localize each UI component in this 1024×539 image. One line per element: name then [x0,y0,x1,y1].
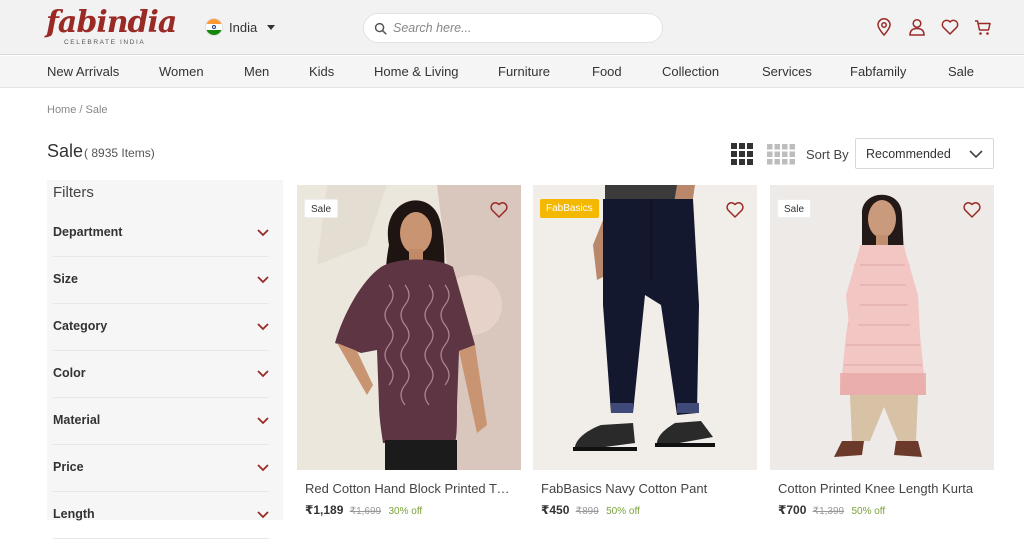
product-price: ₹700 ₹1,399 50% off [778,503,885,517]
top-bar: fabindia CELEBRATE INDIA India [0,0,1024,55]
cart-icon[interactable] [973,17,993,37]
filter-length[interactable]: Length [53,492,269,539]
price-current: ₹450 [541,503,570,517]
fabindia-logo[interactable]: fabindia CELEBRATE INDIA [46,6,177,48]
breadcrumb[interactable]: Home / Sale [47,104,108,116]
filter-price[interactable]: Price [53,445,269,492]
nav-item-furniture[interactable]: Furniture [498,64,550,79]
nav-item-men[interactable]: Men [244,64,269,79]
wishlist-heart-icon[interactable] [725,201,745,219]
main-nav: New Arrivals Women Men Kids Home & Livin… [0,56,1024,88]
product-card[interactable]: Sale Red Cotton Hand Block Printed Tunic… [297,185,521,525]
filter-label: Length [53,507,95,521]
chevron-down-icon [257,276,269,284]
chevron-down-icon [969,150,983,159]
user-icon[interactable] [907,17,927,37]
nav-item-sale[interactable]: Sale [948,64,974,79]
nav-item-collection[interactable]: Collection [662,64,719,79]
filter-department[interactable]: Department [53,210,269,257]
search-icon [374,22,387,35]
chevron-down-icon [267,24,276,30]
page-title: Sale( 8935 Items) [47,141,155,162]
wishlist-heart-icon[interactable] [962,201,982,219]
sort-dropdown[interactable]: Recommended [855,138,994,169]
sale-badge: Sale [777,199,812,218]
chevron-down-icon [257,323,269,331]
grid-3-view-icon[interactable] [731,143,753,165]
price-current: ₹700 [778,503,807,517]
logo-tagline: CELEBRATE INDIA [64,39,146,46]
nav-item-women[interactable]: Women [159,64,204,79]
filter-material[interactable]: Material [53,398,269,445]
nav-item-services[interactable]: Services [762,64,812,79]
product-price: ₹450 ₹899 50% off [541,503,640,517]
product-name[interactable]: Cotton Printed Knee Length Kurta [778,481,988,496]
filters-title: Filters [53,184,94,201]
filter-label: Category [53,319,108,333]
nav-item-food[interactable]: Food [592,64,622,79]
country-selector[interactable]: India [205,17,276,37]
search-input[interactable] [393,21,643,35]
wishlist-icon[interactable] [940,17,960,37]
sort-selected-value: Recommended [866,146,951,161]
filters-panel: Filters Department Size Category Color M… [47,180,283,539]
sale-badge: Sale [304,199,339,218]
search-bar[interactable] [363,13,663,43]
chevron-down-icon [257,370,269,378]
product-name[interactable]: FabBasics Navy Cotton Pant [541,481,751,496]
page-title-text: Sale [47,141,84,161]
filter-label: Department [53,225,123,239]
product-price: ₹1,189 ₹1,699 30% off [305,503,422,517]
chevron-down-icon [257,464,269,472]
product-image[interactable] [533,185,757,470]
header-actions [874,17,993,37]
sort-label: Sort By [806,147,849,162]
filter-label: Color [53,366,86,380]
product-name[interactable]: Red Cotton Hand Block Printed Tunic [305,481,515,496]
filter-label: Price [53,460,84,474]
nav-item-fabfamily[interactable]: Fabfamily [850,64,906,79]
filter-color[interactable]: Color [53,351,269,398]
india-flag-icon [205,18,223,36]
product-card[interactable]: Sale Cotton Printed Knee Length Kurta ₹7… [770,185,994,525]
logo-wordmark: fabindia [46,5,177,40]
chevron-down-icon [257,511,269,519]
product-image[interactable] [297,185,521,470]
filter-label: Material [53,413,101,427]
chevron-down-icon [257,417,269,425]
nav-item-kids[interactable]: Kids [309,64,334,79]
filter-category[interactable]: Category [53,304,269,351]
wishlist-heart-icon[interactable] [489,201,509,219]
filter-size[interactable]: Size [53,257,269,304]
fabbasics-badge: FabBasics [540,199,599,218]
nav-item-home-living[interactable]: Home & Living [374,64,459,79]
country-label: India [229,19,258,35]
product-image[interactable] [770,185,994,470]
chevron-down-icon [257,229,269,237]
product-card[interactable]: FabBasics FabBasics Navy Cotton Pant ₹45… [533,185,757,525]
nav-item-new-arrivals[interactable]: New Arrivals [47,64,119,79]
item-count: ( 8935 Items) [84,146,155,160]
filter-label: Size [53,272,79,286]
location-pin-icon[interactable] [874,17,894,37]
price-current: ₹1,189 [305,503,344,517]
grid-4-view-icon[interactable] [767,143,795,165]
